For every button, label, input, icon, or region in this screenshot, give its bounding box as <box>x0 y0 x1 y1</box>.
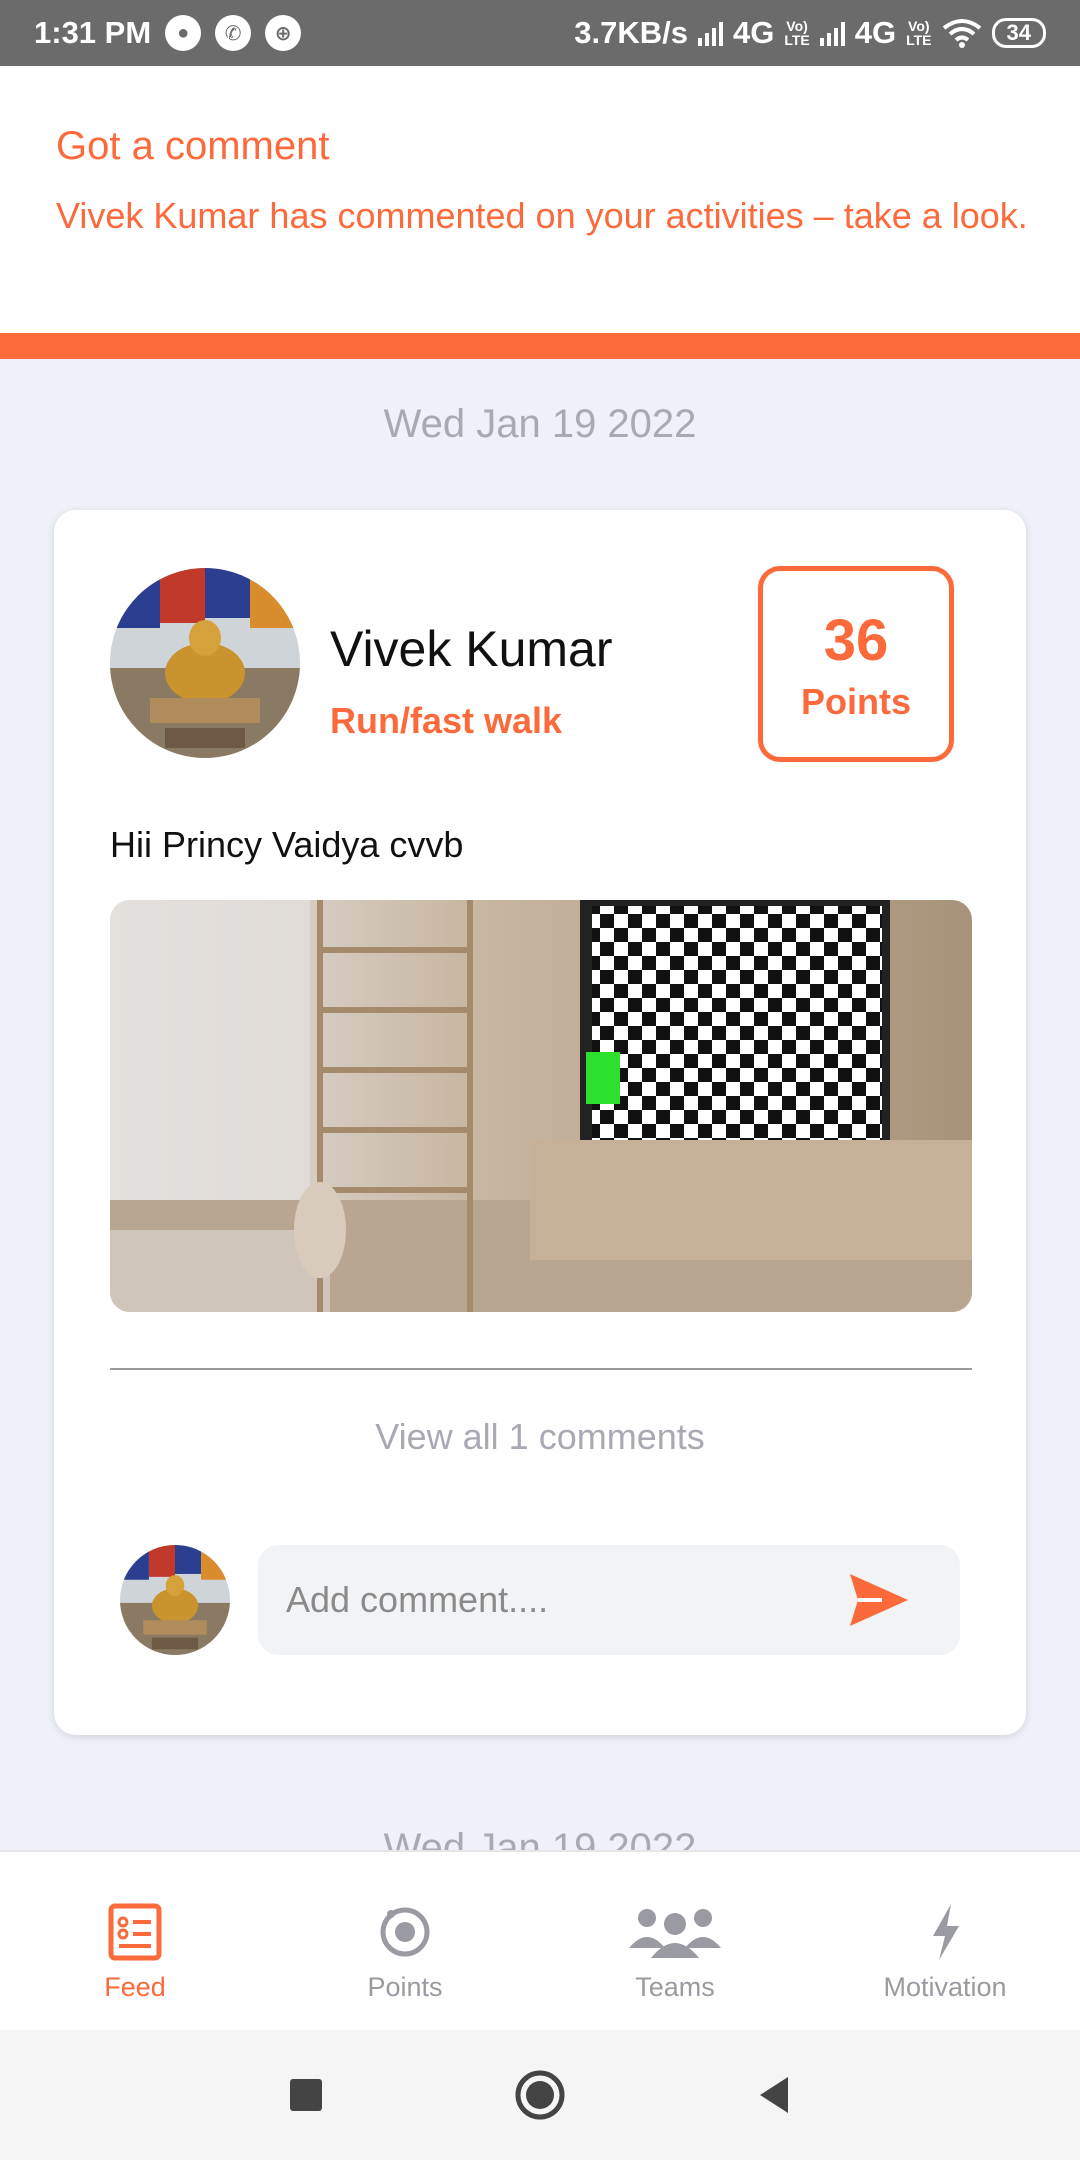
battery-indicator: 34 <box>991 18 1046 48</box>
back-icon[interactable] <box>756 2075 792 2115</box>
points-label: Points <box>800 681 911 722</box>
wifi-icon <box>942 19 981 48</box>
activity-type: Run/fast walk <box>330 700 563 741</box>
hotspot-icon: ⊕ <box>265 15 302 51</box>
feed-icon <box>108 1903 162 1961</box>
teams-icon <box>629 1909 721 1958</box>
send-icon[interactable] <box>848 1572 910 1628</box>
chat-icon: ● <box>165 15 202 51</box>
signal-icon <box>697 20 723 46</box>
post-photo-image <box>110 900 972 1312</box>
network-type-1: 4G <box>732 15 775 50</box>
recent-apps-icon[interactable] <box>288 2077 324 2113</box>
points-value: 36 <box>823 608 889 673</box>
notification-banner[interactable]: Got a comment Vivek Kumar has commented … <box>0 66 1080 333</box>
nav-teams[interactable]: Teams <box>540 1852 810 2030</box>
phone-icon: ✆ <box>215 15 252 51</box>
lightning-icon <box>933 1904 959 1960</box>
notification-title: Got a comment <box>56 124 330 168</box>
notification-body: Vivek Kumar has commented on your activi… <box>56 195 1028 236</box>
nav-teams-label: Teams <box>635 1972 715 2002</box>
nav-motivation[interactable]: Motivation <box>810 1852 1080 2030</box>
my-avatar-image <box>120 1545 230 1655</box>
volte-bottom: LTE <box>784 32 810 48</box>
nav-feed[interactable]: Feed <box>0 1852 270 2030</box>
nav-motivation-label: Motivation <box>883 1972 1007 2002</box>
date-header: Wed Jan 19 2022 <box>383 402 697 446</box>
volte-top-2: Vo) <box>908 18 930 34</box>
my-avatar <box>120 1545 230 1655</box>
post-photo[interactable] <box>110 900 972 1312</box>
volte-icon-2: Vo) LTE <box>906 19 931 47</box>
divider <box>110 1368 972 1370</box>
post-text: Hii Princy Vaidya cvvb <box>110 824 464 865</box>
avatar-image <box>110 568 300 758</box>
nav-points-label: Points <box>367 1972 443 2002</box>
volte-top: Vo) <box>786 18 808 34</box>
volte-icon: Vo) LTE <box>784 19 809 47</box>
home-icon[interactable] <box>514 2069 566 2121</box>
bottom-nav: Feed Points Teams Motivation <box>0 1850 1080 2030</box>
nav-feed-label: Feed <box>104 1972 166 2002</box>
accent-strip <box>0 333 1080 359</box>
view-all-comments-link[interactable]: View all 1 comments <box>54 1416 1026 1458</box>
status-bar: 1:31 PM ● ✆ ⊕ 3.7KB/s 4G Vo) LTE 4G Vo) … <box>0 0 1080 66</box>
volte-bottom-2: LTE <box>906 32 932 48</box>
post-user-name[interactable]: Vivek Kumar <box>330 620 613 678</box>
network-type-2: 4G <box>854 15 897 50</box>
signal-icon-2 <box>819 20 845 46</box>
nav-points[interactable]: Points <box>270 1852 540 2030</box>
net-speed: 3.7KB/s <box>574 15 688 50</box>
system-nav-bar <box>0 2030 1080 2160</box>
activity-card: Vivek Kumar Run/fast walk 36 Points Hii … <box>54 510 1026 1735</box>
points-badge: 36 Points <box>758 566 954 762</box>
points-icon <box>380 1907 430 1957</box>
user-avatar[interactable] <box>110 568 300 758</box>
status-time: 1:31 PM <box>34 15 152 50</box>
